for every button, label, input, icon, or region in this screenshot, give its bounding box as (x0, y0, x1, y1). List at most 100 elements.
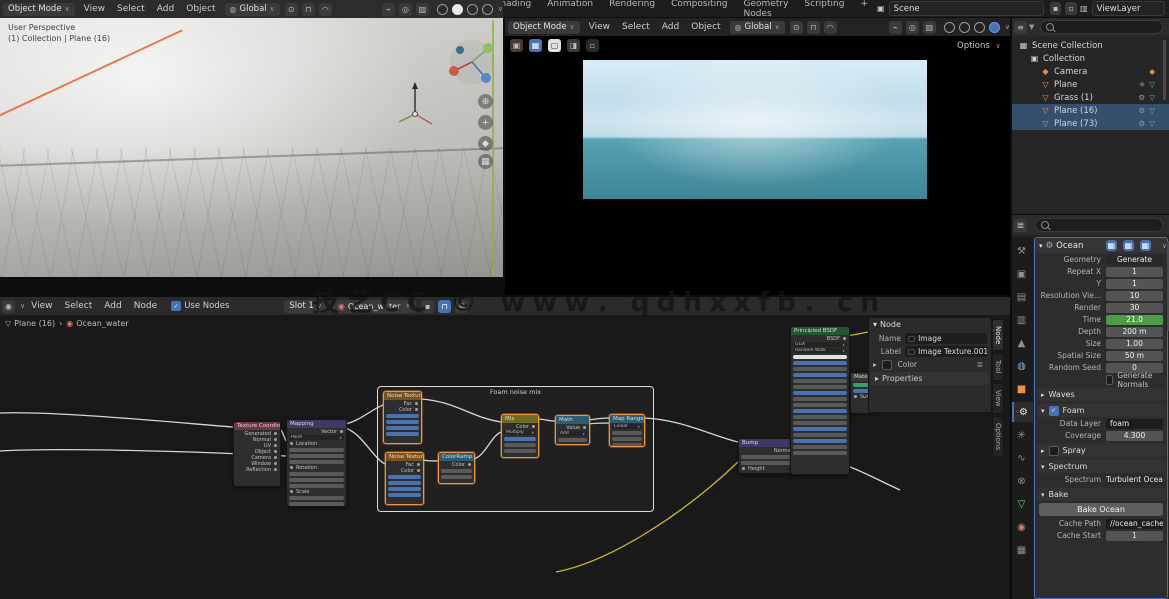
node-map-range[interactable]: Map RangeLinear∨ (609, 414, 645, 447)
node-slider[interactable] (793, 409, 847, 413)
node-dropdown[interactable]: Multiply∨ (504, 430, 536, 435)
tool-white-icon[interactable]: ▢ (548, 39, 561, 52)
node-mix[interactable]: MixColorMultiply∨ (501, 414, 539, 458)
property-value-cache-start[interactable]: 1 (1106, 531, 1163, 541)
editor-type-icon[interactable]: ≡ (1014, 21, 1027, 34)
pivot-point-icon[interactable]: ⊙ (285, 3, 298, 16)
shading-solid-button[interactable] (452, 4, 463, 15)
node-slider[interactable] (793, 367, 847, 371)
node-slider[interactable] (388, 487, 421, 491)
property-value-render[interactable]: 30 (1106, 303, 1163, 313)
sidebar-tab-options[interactable]: Options (992, 416, 1004, 457)
node-slider[interactable] (386, 432, 419, 436)
outliner-row[interactable]: ▦Scene Collection (1012, 39, 1169, 52)
property-value-spectrum[interactable]: Turbulent Ocean (1106, 475, 1163, 485)
outliner-row[interactable]: ◆Camera◆ (1012, 65, 1169, 78)
overlays-toggle-icon[interactable]: ◎ (399, 3, 412, 16)
property-value-resolution-vie-[interactable]: 10 (1106, 291, 1163, 301)
properties-tab-material[interactable]: ◉ (1012, 517, 1031, 537)
properties-subpanel-header[interactable]: ▸ Properties (871, 372, 989, 385)
properties-tab-data[interactable]: ▽ (1012, 494, 1031, 514)
badge-wrench-icon[interactable]: ⚙ (1138, 106, 1145, 115)
node-canvas[interactable]: ▽Plane (16)›◉Ocean_water Foam noise mix … (0, 315, 1010, 599)
properties-tab-render[interactable]: ▣ (1012, 264, 1031, 284)
image-icon[interactable]: ▣ (510, 39, 523, 52)
node-slider[interactable] (793, 361, 847, 365)
node-dropdown[interactable]: Random Walk∨ (793, 348, 847, 353)
badge-particles-icon[interactable]: ✳ (1139, 80, 1145, 89)
camera-view-button[interactable]: ◆ (478, 136, 493, 151)
node-slider[interactable] (793, 433, 847, 437)
node-slider[interactable] (289, 460, 344, 464)
viewport-menu-view[interactable]: View (78, 4, 111, 14)
node-slider[interactable] (558, 438, 587, 442)
outliner-row[interactable]: ▽Grass (1)⚙▽ (1012, 91, 1169, 104)
node-slider[interactable] (612, 443, 642, 447)
node-slider[interactable] (793, 415, 847, 419)
proportional-edit-icon[interactable]: ◠ (824, 21, 837, 34)
subpanel-spray[interactable]: ▸Spray (1037, 444, 1165, 457)
gizmo-toggle-icon[interactable]: ⌁ (382, 3, 395, 16)
snap-magnet-icon[interactable]: ⊓ (302, 3, 315, 16)
subpanel-checkbox[interactable] (1049, 446, 1059, 456)
node-dropdown[interactable]: Linear∨ (612, 424, 642, 429)
node-dropdown[interactable]: Add∨ (558, 431, 587, 436)
shading-wireframe-button[interactable] (944, 22, 955, 33)
snap-magnet-icon[interactable]: ⊓ (807, 21, 820, 34)
node-slider[interactable] (793, 385, 847, 389)
node-slider[interactable] (793, 451, 847, 455)
outliner-search-input[interactable] (1040, 20, 1163, 34)
sidebar-tab-node[interactable]: Node (992, 319, 1004, 351)
scene-selector[interactable]: Scene (889, 1, 1044, 16)
node-slider[interactable] (386, 414, 419, 418)
node-principled-bsdf[interactable]: Principled BSDFBSDFGGX∨Random Walk∨ (790, 326, 850, 475)
properties-tab-constraints[interactable]: ⊗ (1012, 471, 1031, 491)
viewport-menu-add[interactable]: Add (151, 4, 180, 14)
node-slider[interactable] (612, 437, 642, 441)
property-value-time[interactable]: 21.0 (1106, 315, 1163, 325)
shading-wireframe-button[interactable] (437, 4, 448, 15)
node-slider[interactable] (793, 439, 847, 443)
ortho-toggle-button[interactable]: ▦ (478, 154, 493, 169)
proportional-edit-icon[interactable]: ◠ (319, 3, 332, 16)
property-value-data-layer[interactable]: foam (1106, 419, 1163, 429)
node-menu-add[interactable]: Add (98, 301, 127, 311)
viewport-menu-view[interactable]: View (583, 22, 616, 32)
node-slider[interactable] (504, 449, 536, 453)
node-panel-header[interactable]: ▾ Node (869, 318, 991, 331)
property-value-y[interactable]: 1 (1106, 279, 1163, 289)
shading-rendered-button[interactable] (989, 22, 1000, 33)
property-value-cache-path[interactable]: //ocean_cache (1106, 519, 1163, 529)
breadcrumb-item[interactable]: ▽Plane (16) (5, 319, 55, 328)
node-menu-view[interactable]: View (25, 301, 58, 311)
property-value-coverage[interactable]: 4.300 (1106, 431, 1163, 441)
gizmo-toggle-icon[interactable]: ⌁ (889, 21, 902, 34)
breadcrumb-item[interactable]: ◉Ocean_water (66, 319, 128, 328)
node-slider[interactable] (793, 397, 847, 401)
properties-tab-world[interactable]: ◍ (1012, 356, 1031, 376)
node-dropdown[interactable]: Point∨ (289, 435, 344, 440)
property-value-geometry[interactable]: Generate (1106, 255, 1163, 265)
node-slider[interactable] (289, 484, 344, 488)
node-slider[interactable] (289, 478, 344, 482)
node-slider[interactable] (793, 427, 847, 431)
node-dropdown[interactable]: GGX∨ (793, 342, 847, 347)
xray-toggle-icon[interactable]: ▨ (923, 21, 936, 34)
orientation-dropdown[interactable]: ◍Global∨ (225, 3, 280, 16)
properties-editor-icon[interactable]: 𝌆 (1014, 219, 1027, 232)
orientation-dropdown[interactable]: ◍Global∨ (730, 21, 785, 34)
modifier-panel-header[interactable]: ▾⚙Ocean▦▦▦∨ (1035, 238, 1167, 253)
tool-gray-icon[interactable]: ◨ (567, 39, 580, 52)
mode-dropdown[interactable]: Object Mode∨ (3, 3, 75, 16)
mode-dropdown[interactable]: Object Mode∨ (508, 21, 580, 34)
node-slider[interactable] (386, 420, 419, 424)
xray-toggle-icon[interactable]: ▨ (416, 3, 429, 16)
node-slider[interactable] (612, 431, 642, 435)
viewport-3d-canvas[interactable]: User Perspective (1) Collection | Plane … (0, 18, 503, 277)
node-texture-coordinate[interactable]: Texture CoordinateGeneratedNormalUVObjec… (233, 421, 281, 487)
property-value-size[interactable]: 1.00 (1106, 339, 1163, 349)
node-noise-texture[interactable]: Noise TextureFacColor (385, 452, 424, 505)
color-subpanel[interactable]: ▸ Color (873, 360, 917, 370)
navigation-gizmo[interactable] (446, 36, 498, 88)
shading-solid-button[interactable] (959, 22, 970, 33)
